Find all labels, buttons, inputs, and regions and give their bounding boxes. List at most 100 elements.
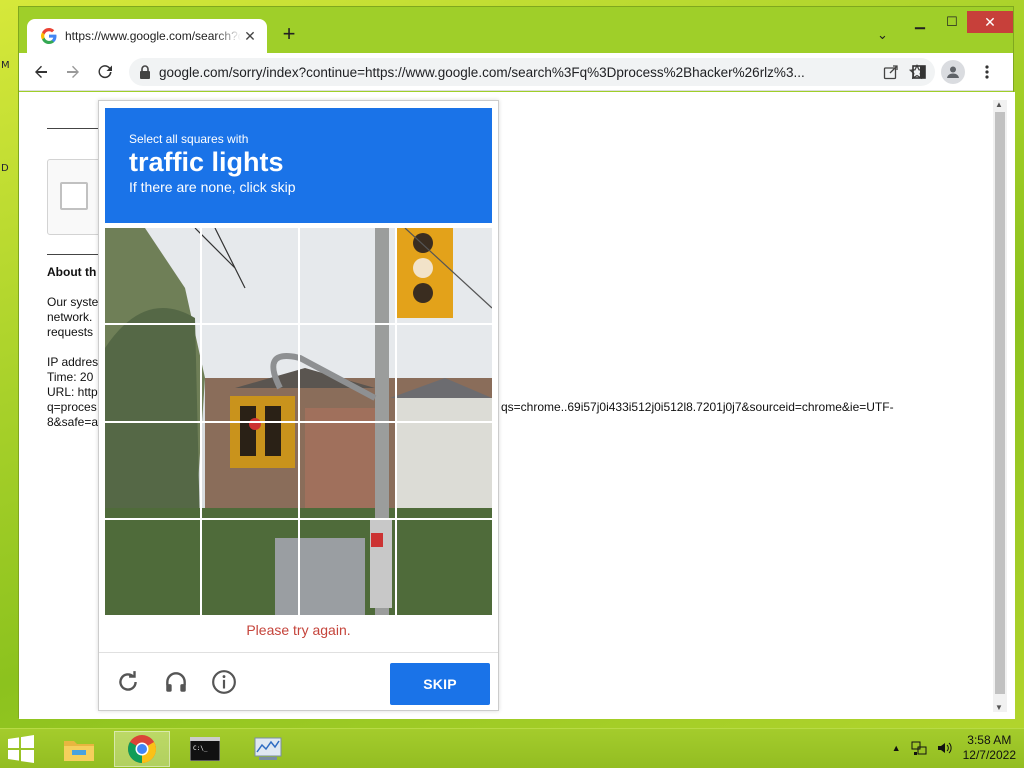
challenge-header: Select all squares with traffic lights I… xyxy=(105,108,492,223)
refresh-icon xyxy=(119,671,137,691)
system-tray: ▲ 3:58 AM 12/7/2022 xyxy=(892,733,1016,763)
recaptcha-checkbox[interactable] xyxy=(60,182,88,210)
url-text: google.com/sorry/index?continue=https://… xyxy=(159,64,805,80)
taskbar-cmd[interactable]: C:\_ xyxy=(177,731,233,767)
captcha-tile[interactable] xyxy=(105,519,201,615)
captcha-tile[interactable] xyxy=(202,422,298,518)
new-tab-button[interactable]: + xyxy=(277,23,301,47)
svg-text:C:\_: C:\_ xyxy=(193,745,208,752)
sidepanel-icon xyxy=(912,65,926,79)
minimize-button[interactable]: ▁ xyxy=(905,11,935,33)
captcha-tile[interactable] xyxy=(105,422,201,518)
text-line: 8&safe=a xyxy=(47,415,99,429)
lock-icon xyxy=(140,65,150,79)
captcha-tile[interactable] xyxy=(299,228,395,324)
captcha-tile-image xyxy=(299,519,395,615)
menu-button[interactable] xyxy=(971,56,1003,88)
desktop-icon-edge: M xyxy=(1,60,10,71)
captcha-tile[interactable] xyxy=(299,422,395,518)
captcha-tile-image xyxy=(105,228,201,324)
show-hidden-icons-icon[interactable]: ▲ xyxy=(892,743,901,753)
cmd-icon: C:\_ xyxy=(190,737,220,761)
captcha-tile[interactable] xyxy=(105,325,201,421)
captcha-tile[interactable] xyxy=(202,325,298,421)
request-info: IP addres Time: 20 URL: http q=proces 8&… xyxy=(47,355,98,430)
captcha-tile-image xyxy=(202,228,298,324)
captcha-tile[interactable] xyxy=(396,519,492,615)
image-grid xyxy=(105,228,492,615)
start-button[interactable] xyxy=(6,735,40,765)
clock-time: 3:58 AM xyxy=(967,733,1012,747)
google-favicon-icon xyxy=(41,28,57,44)
taskbar-file-explorer[interactable] xyxy=(51,731,107,767)
text-line: q=proces xyxy=(47,400,97,414)
taskbar-chrome[interactable] xyxy=(114,731,170,767)
side-panel-button[interactable] xyxy=(903,56,935,88)
new-challenge-button[interactable] xyxy=(113,667,143,697)
menu-icon xyxy=(985,65,989,79)
help-button[interactable] xyxy=(209,667,239,697)
captcha-tile[interactable] xyxy=(396,228,492,324)
about-heading: About th xyxy=(47,265,97,279)
back-button[interactable] xyxy=(25,56,57,88)
volume-icon[interactable] xyxy=(937,740,953,756)
audio-challenge-button[interactable] xyxy=(161,667,191,697)
captcha-tile-image xyxy=(396,325,492,421)
browser-toolbar: google.com/sorry/index?continue=https://… xyxy=(19,53,1013,91)
challenge-hint: If there are none, click skip xyxy=(129,179,296,195)
captcha-tile[interactable] xyxy=(299,325,395,421)
share-icon[interactable] xyxy=(883,64,899,80)
text-line: Our syste xyxy=(47,295,99,309)
audio-icon xyxy=(166,672,186,692)
captcha-tile-image xyxy=(202,422,298,518)
scroll-down-arrow-icon[interactable]: ▼ xyxy=(995,703,1003,712)
challenge-footer: SKIP xyxy=(99,652,498,712)
captcha-tile-image xyxy=(299,325,395,421)
text-line: network. xyxy=(47,310,93,324)
captcha-tile-image xyxy=(299,422,395,518)
profile-button[interactable] xyxy=(941,60,965,84)
captcha-tile-image xyxy=(396,228,492,324)
forward-button[interactable] xyxy=(57,56,89,88)
text-line: requests xyxy=(47,325,94,339)
perfmon-icon xyxy=(254,737,282,760)
reload-icon xyxy=(98,64,112,78)
text-line: URL: http xyxy=(47,385,98,399)
explanation-paragraph: Our syste network. requests xyxy=(47,295,98,340)
tab-title: https://www.google.com/search?q=process+… xyxy=(65,29,241,43)
clock[interactable]: 3:58 AM 12/7/2022 xyxy=(963,733,1016,763)
captcha-tile-image xyxy=(299,228,395,324)
back-icon xyxy=(35,65,47,78)
network-icon[interactable] xyxy=(911,740,927,756)
captcha-tile[interactable] xyxy=(396,422,492,518)
captcha-tile-image xyxy=(202,519,298,615)
clock-date: 12/7/2022 xyxy=(962,748,1016,762)
skip-button[interactable]: SKIP xyxy=(390,663,490,705)
tab-close-button[interactable]: ✕ xyxy=(241,28,259,45)
close-window-button[interactable]: ✕ xyxy=(967,11,1013,33)
reload-button[interactable] xyxy=(89,56,121,88)
taskbar-perfmon[interactable] xyxy=(240,731,296,767)
captcha-tile[interactable] xyxy=(396,325,492,421)
error-message: Please try again. xyxy=(246,622,351,638)
scroll-up-arrow-icon[interactable]: ▲ xyxy=(995,100,1003,109)
chrome-icon xyxy=(128,735,156,763)
url-tail-text: qs=chrome..69i57j0i433i512j0i512l8.7201j… xyxy=(501,400,894,414)
captcha-tile-image xyxy=(105,325,201,421)
captcha-tile[interactable] xyxy=(105,228,201,324)
desktop-icon-edge: D xyxy=(1,163,9,174)
captcha-tile[interactable] xyxy=(202,519,298,615)
tab-search-button[interactable]: ⌄ xyxy=(877,27,888,43)
profile-icon xyxy=(947,66,959,78)
captcha-tile-image xyxy=(105,519,201,615)
browser-tab[interactable]: https://www.google.com/search?q=process+… xyxy=(27,19,267,53)
captcha-tile[interactable] xyxy=(202,228,298,324)
captcha-tile[interactable] xyxy=(299,519,395,615)
page-scrollbar[interactable]: ▲ ▼ xyxy=(993,100,1007,712)
title-bar: https://www.google.com/search?q=process+… xyxy=(19,7,1013,53)
scrollbar-thumb[interactable] xyxy=(995,112,1005,694)
windows-start-icon xyxy=(8,735,34,763)
challenge-instruction: Select all squares with xyxy=(129,132,249,146)
address-bar[interactable]: google.com/sorry/index?continue=https://… xyxy=(129,58,935,86)
maximize-button[interactable]: ☐ xyxy=(937,11,967,33)
